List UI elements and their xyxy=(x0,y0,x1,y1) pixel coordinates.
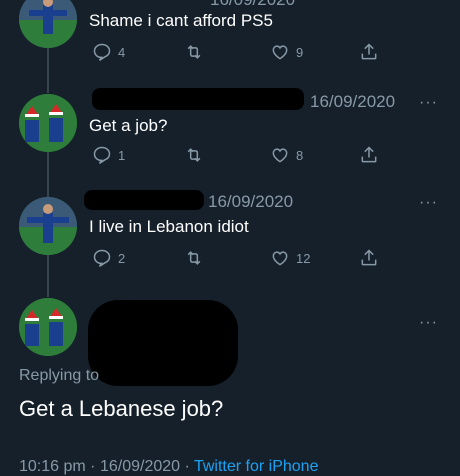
redacted-username xyxy=(84,190,204,210)
tweet-actions: 2 12 xyxy=(89,248,389,272)
redacted-username xyxy=(88,300,238,386)
like-icon xyxy=(272,45,288,60)
thread-line xyxy=(47,255,49,297)
tweet-actions: 1 8 xyxy=(89,145,389,169)
retweet-button[interactable] xyxy=(184,248,204,268)
avatar[interactable] xyxy=(19,298,77,356)
reply-count: 2 xyxy=(118,250,126,266)
reply-count: 1 xyxy=(118,147,126,163)
share-button[interactable] xyxy=(359,42,379,62)
more-button[interactable]: ··· xyxy=(419,314,438,332)
more-icon: ··· xyxy=(419,94,438,111)
like-icon xyxy=(272,251,288,266)
like-icon xyxy=(272,148,288,163)
share-button[interactable] xyxy=(359,248,379,268)
reply-button[interactable]: 4 xyxy=(92,42,125,62)
share-icon xyxy=(361,43,377,60)
reply-button[interactable]: 2 xyxy=(92,248,125,268)
avatar[interactable] xyxy=(19,94,77,152)
thread-line xyxy=(47,152,49,202)
tweet-metadata: 10:16 pm · 16/09/2020 · Twitter for iPho… xyxy=(19,458,318,476)
retweet-button[interactable] xyxy=(184,42,204,62)
retweet-icon xyxy=(187,148,201,162)
share-icon xyxy=(361,146,377,163)
reply-icon xyxy=(93,249,111,267)
reply-count: 4 xyxy=(118,44,126,60)
like-count: 8 xyxy=(296,147,304,163)
more-button[interactable]: ··· xyxy=(419,194,438,212)
like-button[interactable]: 8 xyxy=(270,145,303,165)
like-count: 9 xyxy=(296,44,304,60)
like-count: 12 xyxy=(296,250,311,266)
avatar[interactable] xyxy=(19,0,77,48)
reply-button[interactable]: 1 xyxy=(92,145,125,165)
thread-line xyxy=(47,48,49,93)
replying-to-label: Replying to xyxy=(19,367,100,384)
avatar-santa-players-image xyxy=(19,298,77,356)
tweet-date: 16/09/2020 xyxy=(208,192,294,211)
avatar-player-image xyxy=(19,0,77,48)
tweet-actions: 4 9 xyxy=(89,42,389,66)
more-icon: ··· xyxy=(419,314,438,331)
meta-separator: · xyxy=(184,458,190,475)
share-button[interactable] xyxy=(359,145,379,165)
retweet-icon xyxy=(187,251,201,265)
tweet-full-date[interactable]: 16/09/2020 xyxy=(100,458,180,475)
avatar-santa-players-image xyxy=(19,94,77,152)
retweet-icon xyxy=(187,45,201,59)
tweet-source-link[interactable]: Twitter for iPhone xyxy=(194,458,319,475)
avatar[interactable] xyxy=(19,197,77,255)
reply-icon xyxy=(93,146,111,164)
main-tweet-text: Get a Lebanese job? xyxy=(19,396,224,421)
redacted-username xyxy=(92,88,304,110)
more-button[interactable]: ··· xyxy=(419,94,438,112)
more-icon: ··· xyxy=(419,194,438,211)
like-button[interactable]: 9 xyxy=(270,42,303,62)
tweet-date: 16/09/2020 xyxy=(310,92,396,111)
tweet-date: 16/09/2020 xyxy=(210,0,295,10)
tweet-text: I live in Lebanon idiot xyxy=(89,217,249,236)
meta-separator: · xyxy=(90,458,96,475)
share-icon xyxy=(361,249,377,266)
tweet-text: Get a job? xyxy=(89,116,168,135)
like-button[interactable]: 12 xyxy=(270,248,310,268)
tweet-time[interactable]: 10:16 pm xyxy=(19,458,86,475)
reply-icon xyxy=(93,43,111,61)
tweet-text: Shame i cant afford PS5 xyxy=(89,11,273,30)
avatar-player-image xyxy=(19,197,77,255)
retweet-button[interactable] xyxy=(184,145,204,165)
